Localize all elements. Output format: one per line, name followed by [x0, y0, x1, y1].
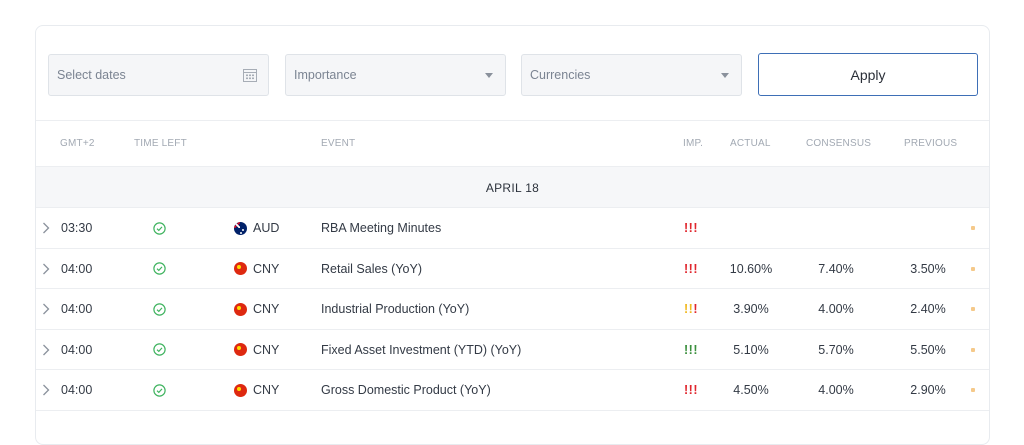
- actual-value: 4.50%: [733, 383, 769, 397]
- column-header-actual: ACTUAL: [730, 138, 771, 149]
- caret-down-icon: [721, 72, 729, 78]
- date-picker[interactable]: Select dates: [48, 54, 269, 96]
- consensus-value: 5.70%: [818, 342, 854, 357]
- flag-icon: [234, 262, 247, 275]
- economic-calendar-card: Select dates Importance Currencies Apply…: [35, 25, 990, 445]
- table-row[interactable]: 04:00 CNY Industrial Production (YoY) !!…: [36, 289, 989, 329]
- table-row[interactable]: 04:00 CNY Fixed Asset Investment (YTD) (…: [36, 330, 989, 370]
- importance-indicator: !!!: [684, 208, 698, 248]
- row-marker: [971, 249, 975, 289]
- column-header-time-left: TIME LEFT: [134, 138, 187, 149]
- importance-indicator: !!!: [684, 249, 698, 289]
- check-circle-icon: [153, 208, 166, 248]
- event-name[interactable]: RBA Meeting Minutes: [321, 208, 441, 248]
- flag-icon: [234, 343, 247, 356]
- row-marker: [971, 289, 975, 329]
- actual-value: [716, 208, 786, 248]
- currency-code: AUD: [253, 221, 280, 235]
- importance-indicator: !!!: [684, 289, 698, 329]
- importance-indicator: !!!: [684, 370, 698, 410]
- importance-mark: !: [693, 302, 699, 316]
- currency: CNY: [234, 249, 279, 289]
- importance-select-placeholder: Importance: [294, 68, 357, 82]
- flag-icon: [234, 302, 247, 316]
- importance-indicator: !!!: [684, 330, 698, 370]
- date-group-row: APRIL 18: [36, 167, 989, 207]
- check-circle-icon: [153, 330, 166, 370]
- chevron-right-icon[interactable]: [42, 289, 50, 329]
- currency-code: CNY: [253, 383, 280, 397]
- event-name[interactable]: Industrial Production (YoY): [321, 289, 469, 329]
- actual-value: 10.60%: [729, 261, 773, 276]
- currency: AUD: [234, 208, 279, 248]
- table-row[interactable]: 04:00 CNY Retail Sales (YoY) !!! 10.60% …: [36, 249, 989, 289]
- column-header-event: EVENT: [321, 138, 356, 149]
- currency: CNY: [234, 330, 279, 370]
- previous-value: 3.50%: [910, 261, 946, 276]
- event-name[interactable]: Retail Sales (YoY): [321, 249, 422, 289]
- calendar-icon: [243, 68, 257, 82]
- consensus-value: 4.00%: [818, 383, 854, 397]
- flag-icon: [234, 383, 247, 397]
- column-header-consensus: CONSENSUS: [806, 138, 872, 149]
- row-marker: [971, 370, 975, 410]
- check-circle-icon: [153, 249, 166, 289]
- previous-value: 2.90%: [910, 383, 946, 397]
- chevron-right-icon[interactable]: [42, 330, 50, 370]
- importance-mark: !: [693, 221, 699, 235]
- event-time: 03:30: [61, 221, 93, 235]
- caret-down-icon: [485, 72, 493, 78]
- importance-mark: !: [693, 261, 699, 276]
- row-marker: [971, 330, 975, 370]
- table-row[interactable]: 03:30 AUD RBA Meeting Minutes !!!: [36, 208, 989, 248]
- previous-value: 5.50%: [910, 342, 946, 357]
- actual-value: 3.90%: [733, 302, 769, 316]
- date-group-label: APRIL 18: [485, 181, 540, 195]
- consensus-value: 7.40%: [818, 261, 854, 276]
- consensus-value: [801, 208, 871, 248]
- actual-value: 5.10%: [733, 342, 769, 357]
- divider: [36, 120, 989, 121]
- consensus-value: 4.00%: [818, 302, 854, 316]
- event-time: 04:00: [61, 383, 93, 397]
- importance-mark: !: [693, 342, 699, 357]
- apply-button[interactable]: Apply: [758, 53, 978, 96]
- importance-mark: !: [693, 383, 699, 397]
- event-name[interactable]: Gross Domestic Product (YoY): [321, 370, 491, 410]
- currency-code: CNY: [253, 342, 280, 357]
- currency: CNY: [234, 370, 279, 410]
- chevron-right-icon[interactable]: [42, 208, 50, 248]
- importance-select[interactable]: Importance: [285, 54, 506, 96]
- event-time: 04:00: [61, 261, 93, 276]
- check-circle-icon: [153, 289, 166, 329]
- check-circle-icon: [153, 370, 166, 410]
- column-header-previous: PREVIOUS: [904, 138, 958, 149]
- chevron-right-icon[interactable]: [42, 249, 50, 289]
- divider: [36, 409, 989, 411]
- event-time: 04:00: [61, 342, 93, 357]
- column-header-timezone: GMT+2: [60, 138, 95, 149]
- date-picker-placeholder: Select dates: [57, 68, 126, 82]
- column-header-importance: IMP.: [683, 138, 704, 149]
- row-marker: [971, 208, 975, 248]
- flag-icon: [234, 221, 247, 235]
- currencies-select[interactable]: Currencies: [521, 54, 742, 96]
- currency: CNY: [234, 289, 279, 329]
- currencies-select-placeholder: Currencies: [530, 68, 591, 82]
- chevron-right-icon[interactable]: [42, 370, 50, 410]
- currency-code: CNY: [253, 261, 280, 276]
- event-time: 04:00: [61, 302, 93, 316]
- previous-value: [893, 208, 963, 248]
- previous-value: 2.40%: [910, 302, 946, 316]
- table-row[interactable]: 04:00 CNY Gross Domestic Product (YoY) !…: [36, 370, 989, 410]
- currency-code: CNY: [253, 302, 280, 316]
- event-name[interactable]: Fixed Asset Investment (YTD) (YoY): [321, 330, 521, 370]
